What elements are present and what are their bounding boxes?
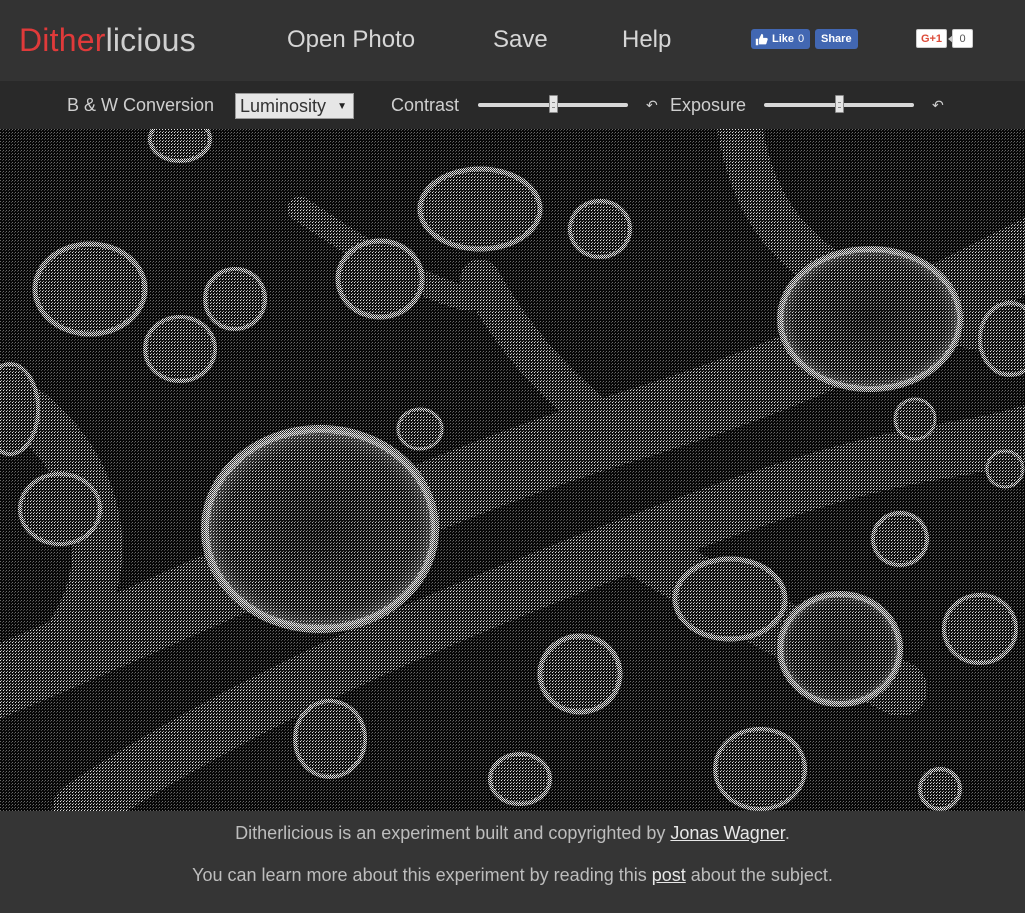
post-link[interactable]: post (652, 865, 686, 885)
thumbs-up-icon (755, 33, 768, 45)
footer-credit-text: Ditherlicious is an experiment built and… (235, 823, 671, 843)
nav-open-photo[interactable]: Open Photo (287, 26, 415, 54)
exposure-label: Exposure (670, 95, 747, 115)
contrast-slider-handle[interactable] (548, 95, 558, 113)
conversion-select-value: Luminosity (240, 95, 327, 116)
exposure-reset-undo-icon[interactable]: ↶ (932, 97, 944, 114)
contrast-slider[interactable] (478, 95, 628, 113)
google-plus-button[interactable]: G+1 (916, 29, 947, 48)
author-link[interactable]: Jonas Wagner (670, 823, 784, 843)
dropdown-arrow-icon: ▼ (337, 101, 347, 112)
conversion-label: B & W Conversion (67, 95, 215, 115)
conversion-select[interactable]: Luminosity ▼ (235, 93, 354, 119)
footer-post-end: about the subject. (685, 865, 833, 885)
fb-like-label: Like (772, 33, 795, 45)
footer-post-text: You can learn more about this experiment… (192, 865, 652, 885)
fb-like-count: 0 (798, 33, 805, 45)
dithered-photo-canvas (0, 129, 1025, 811)
exposure-slider[interactable] (764, 95, 914, 113)
dithered-photo[interactable] (0, 129, 1025, 811)
footer-line-credit: Ditherlicious is an experiment built and… (0, 823, 1025, 844)
header: Ditherlicious Open Photo Save Help Like … (0, 0, 1025, 81)
facebook-share-button[interactable]: Share (815, 29, 858, 49)
contrast-label: Contrast (391, 95, 460, 115)
google-plus-count: 0 (948, 29, 973, 48)
footer: Ditherlicious is an experiment built and… (0, 811, 1025, 913)
contrast-reset-undo-icon[interactable]: ↶ (646, 97, 658, 114)
logo[interactable]: Ditherlicious (19, 22, 196, 59)
logo-part-licious: licious (105, 22, 196, 58)
facebook-like-button[interactable]: Like 0 (751, 29, 811, 49)
exposure-slider-handle[interactable] (834, 95, 844, 113)
nav-help[interactable]: Help (622, 26, 671, 54)
footer-credit-end: . (784, 823, 790, 843)
footer-line-post: You can learn more about this experiment… (0, 865, 1025, 886)
logo-part-dither: Dither (19, 22, 106, 58)
nav-save[interactable]: Save (493, 26, 548, 54)
